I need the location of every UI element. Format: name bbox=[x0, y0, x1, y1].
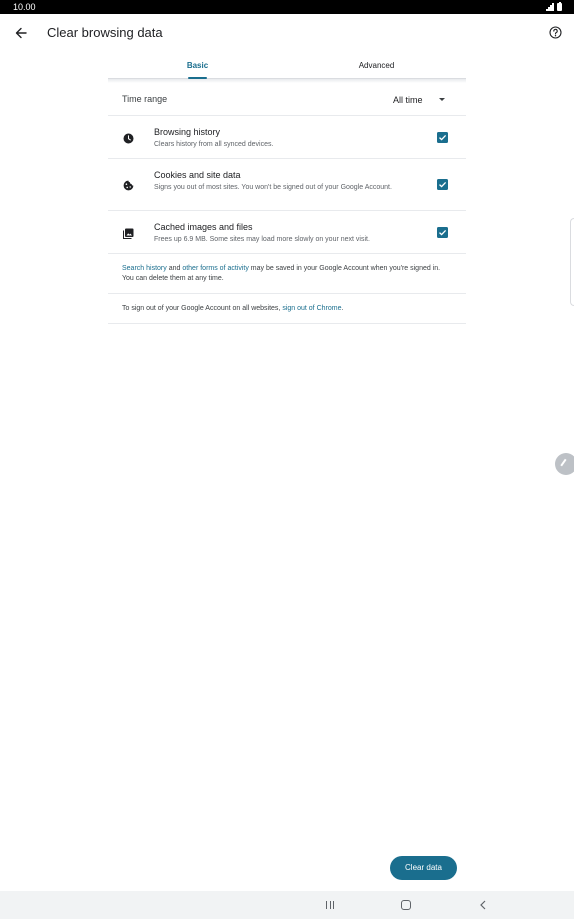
tab-advanced[interactable]: Advanced bbox=[287, 52, 466, 79]
time-range-row: Time range All time bbox=[108, 83, 466, 116]
edge-panel-handle[interactable] bbox=[570, 218, 574, 306]
check-icon bbox=[439, 181, 447, 188]
history-info: Search history and other forms of activi… bbox=[108, 254, 466, 294]
help-button[interactable] bbox=[545, 22, 565, 42]
option-description: Signs you out of most sites. You won't b… bbox=[154, 184, 392, 191]
info-text: and bbox=[166, 265, 183, 272]
clear-data-panel: Basic Advanced Time range All time Brows… bbox=[108, 52, 466, 324]
info-text: To sign out of your Google Account on al… bbox=[122, 305, 283, 312]
other-activity-link[interactable]: other forms of activity bbox=[182, 265, 249, 272]
check-icon bbox=[439, 229, 447, 236]
page-title: Clear browsing data bbox=[47, 25, 163, 40]
app-bar: Clear browsing data bbox=[0, 14, 574, 52]
signout-info: To sign out of your Google Account on al… bbox=[108, 294, 466, 324]
browsing-history-checkbox[interactable] bbox=[437, 132, 448, 143]
time-range-label: Time range bbox=[122, 94, 168, 104]
option-title: Cached images and files bbox=[154, 222, 253, 232]
status-time: 10.00 bbox=[13, 2, 36, 12]
nav-back-button[interactable] bbox=[476, 898, 490, 912]
option-description: Frees up 6.9 MB. Some sites may load mor… bbox=[154, 236, 370, 243]
search-history-link[interactable]: Search history bbox=[122, 265, 167, 272]
option-title: Browsing history bbox=[154, 127, 221, 137]
option-cookies-site-data[interactable]: Cookies and site data Signs you out of m… bbox=[108, 159, 466, 211]
check-icon bbox=[439, 134, 447, 141]
sign-out-chrome-link[interactable]: sign out of Chrome bbox=[282, 305, 341, 312]
back-button[interactable] bbox=[8, 20, 34, 46]
option-cached-images[interactable]: Cached images and files Frees up 6.9 MB.… bbox=[108, 211, 466, 254]
option-browsing-history[interactable]: Browsing history Clears history from all… bbox=[108, 116, 466, 159]
cookies-checkbox[interactable] bbox=[437, 179, 448, 190]
time-range-value: All time bbox=[393, 95, 423, 105]
tab-indicator bbox=[188, 77, 207, 79]
dropdown-arrow-icon bbox=[439, 98, 445, 101]
time-range-dropdown[interactable]: All time bbox=[386, 89, 452, 111]
help-icon bbox=[548, 25, 562, 39]
status-icons bbox=[546, 2, 562, 12]
floating-edge-button[interactable] bbox=[555, 453, 574, 475]
recents-button[interactable] bbox=[320, 898, 340, 912]
cached-images-checkbox[interactable] bbox=[437, 227, 448, 238]
image-icon bbox=[122, 227, 134, 239]
clear-data-button[interactable]: Clear data bbox=[390, 856, 457, 880]
signal-icon bbox=[546, 3, 554, 11]
battery-icon bbox=[557, 2, 562, 11]
system-nav-bar bbox=[0, 891, 574, 919]
home-button[interactable] bbox=[401, 900, 411, 910]
chevron-left-icon bbox=[480, 900, 486, 910]
tab-basic[interactable]: Basic bbox=[108, 52, 287, 79]
status-bar: 10.00 bbox=[0, 0, 574, 14]
option-title: Cookies and site data bbox=[154, 170, 241, 180]
info-text: . bbox=[341, 305, 344, 312]
clock-icon bbox=[122, 132, 134, 144]
tab-bar: Basic Advanced bbox=[108, 52, 466, 79]
option-description: Clears history from all synced devices. bbox=[154, 141, 274, 148]
cookie-icon bbox=[122, 179, 134, 191]
arrow-back-icon bbox=[15, 27, 27, 39]
